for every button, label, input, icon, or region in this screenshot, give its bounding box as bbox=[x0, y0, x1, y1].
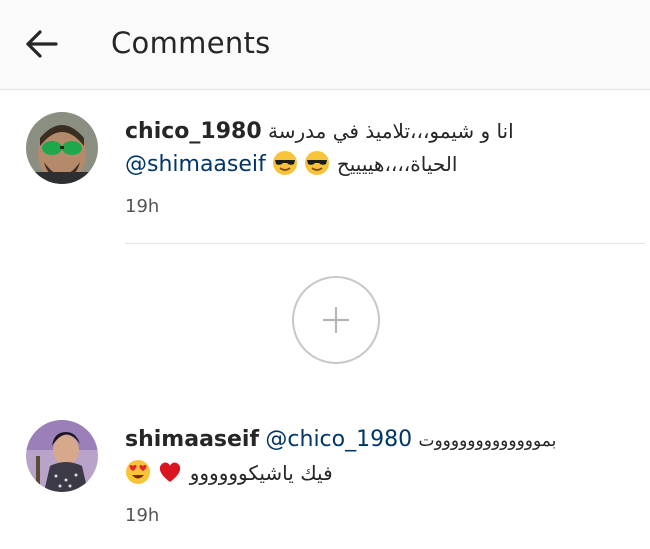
comment-item: shimaaseif @chico_1980 بموووووووووووووت … bbox=[0, 420, 650, 545]
plus-icon bbox=[323, 307, 349, 333]
comment-username[interactable]: chico_1980 bbox=[125, 119, 262, 144]
divider bbox=[125, 243, 645, 244]
heart-eyes-emoji-icon bbox=[125, 459, 151, 493]
page-title: Comments bbox=[111, 26, 271, 60]
avatar[interactable] bbox=[26, 112, 98, 184]
avatar[interactable] bbox=[26, 420, 98, 492]
header-bar: Comments bbox=[0, 0, 650, 90]
comment-content: shimaaseif @chico_1980 بموووووووووووووت … bbox=[125, 424, 635, 526]
back-button[interactable] bbox=[22, 24, 62, 64]
comment-content: chico_1980 انا و شيمو،،،تلاميذ في مدرسة … bbox=[125, 116, 635, 217]
sunglasses-emoji-icon bbox=[272, 150, 298, 184]
back-arrow-icon bbox=[26, 30, 58, 58]
comments-screen: Comments chico_1980 انا و شيمو،،،تلاميذ … bbox=[0, 0, 650, 549]
comment-time: 19h bbox=[125, 196, 160, 217]
red-heart-emoji-icon bbox=[157, 459, 183, 493]
comment-username[interactable]: shimaaseif bbox=[125, 427, 259, 452]
comment-text: الحياة،،،،هييييح bbox=[336, 152, 458, 176]
comment-text: انا و شيمو،،،تلاميذ في مدرسة bbox=[268, 119, 514, 143]
comment-mention[interactable]: @shimaaseif bbox=[125, 152, 266, 177]
load-more-button[interactable] bbox=[292, 276, 380, 364]
comment-item: chico_1980 انا و شيمو،،،تلاميذ في مدرسة … bbox=[0, 112, 650, 242]
comment-text: بموووووووووووووت bbox=[418, 431, 557, 451]
comment-mention[interactable]: @chico_1980 bbox=[265, 427, 412, 452]
comment-time: 19h bbox=[125, 505, 160, 526]
comment-text: فيك ياشيكوووووو bbox=[189, 461, 333, 485]
sunglasses-emoji-icon bbox=[304, 150, 330, 184]
